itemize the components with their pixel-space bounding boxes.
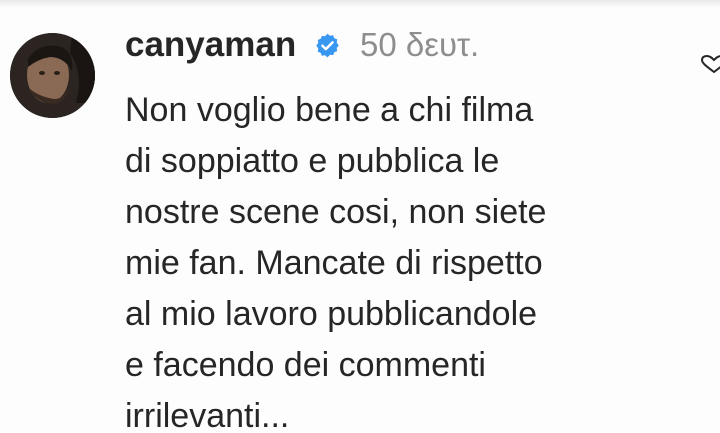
avatar[interactable] — [10, 33, 95, 118]
comment-screen: canyaman 50 δευτ. Non voglio bene a chi … — [0, 0, 720, 433]
heart-icon[interactable] — [700, 55, 720, 73]
comment-text-line: al mio lavoro pubblicandole — [125, 295, 538, 333]
comment-text-line: e facendo dei commenti — [125, 346, 486, 384]
comment-text-line: mie fan. Mancate di rispetto — [125, 244, 543, 282]
comment-text-line: Non voglio bene a chi filma — [125, 91, 534, 129]
comment-text-line: irrilevanti... — [125, 397, 290, 433]
comment-text-line: nostre scene cosi, non siete — [125, 193, 547, 231]
username[interactable]: canyaman — [125, 20, 296, 70]
comment-item: canyaman 50 δευτ. Non voglio bene a chi … — [0, 0, 720, 433]
timestamp: 50 δευτ. — [360, 26, 480, 63]
comment-text: Non voglio bene a chi filma di soppiatto… — [125, 85, 685, 433]
verified-badge-icon — [314, 32, 341, 59]
avatar-image — [10, 33, 95, 118]
comment-text-line: di soppiatto e pubblica le — [125, 142, 500, 180]
